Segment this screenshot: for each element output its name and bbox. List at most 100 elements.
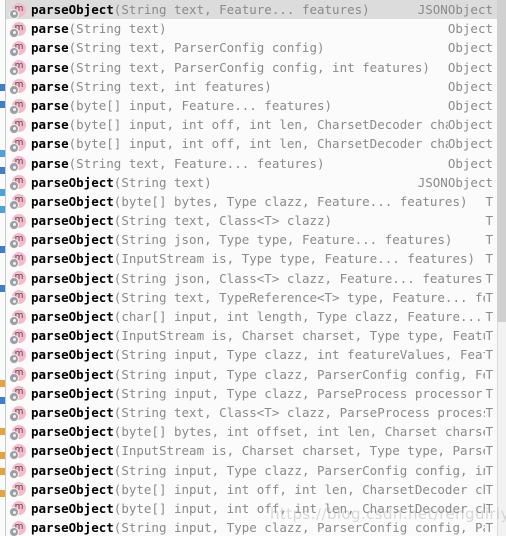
completion-item[interactable]: m parse(String text, int features) Object xyxy=(6,77,497,96)
method-icon: m xyxy=(10,98,27,114)
cog-badge-icon xyxy=(10,124,18,133)
method-parameters: (String text, int features) xyxy=(68,78,272,94)
method-name: parseObject xyxy=(31,251,114,267)
method-icon: m xyxy=(10,443,27,459)
method-name: parseObject xyxy=(31,500,114,516)
completion-signature: parseObject(String input, Type clazz, Pa… xyxy=(31,518,485,536)
completion-signature: parseObject(char[] input, int length, Ty… xyxy=(31,307,485,326)
gutter-marker xyxy=(0,285,5,292)
method-name: parse xyxy=(31,136,69,152)
method-name: parseObject xyxy=(31,2,114,17)
return-type: T xyxy=(485,500,493,516)
return-type: Object xyxy=(447,97,493,113)
return-type: T xyxy=(485,443,493,459)
completion-item[interactable]: m parseObject(byte[] input, int off, int … xyxy=(6,499,497,518)
completion-item[interactable]: m parse(String text, Feature... features)… xyxy=(6,154,497,173)
completion-item[interactable]: m parseObject(String input, Type clazz, P… xyxy=(6,365,497,384)
completion-item[interactable]: m parseObject(byte[] bytes, Type clazz, F… xyxy=(6,192,497,211)
editor-gutter-markers xyxy=(0,0,6,536)
method-icon: m xyxy=(10,251,27,268)
gutter-divider xyxy=(5,0,6,536)
method-name: parse xyxy=(31,97,69,113)
method-parameters: (InputStream is, Charset charset, Type t… xyxy=(113,443,486,459)
completion-item[interactable]: m parse(byte[] input, int off, int len, C… xyxy=(6,115,497,134)
completion-item[interactable]: m parseObject(String text) JSONObject xyxy=(6,173,497,192)
completion-item-list[interactable]: m parseObject(String text, Feature... fea… xyxy=(6,0,497,536)
cog-badge-icon xyxy=(10,316,18,325)
method-icon: m xyxy=(10,232,27,248)
method-parameters: (String text, Class<T> clazz) xyxy=(113,213,333,229)
return-type: Object xyxy=(447,21,493,37)
scrollbar-thumb[interactable] xyxy=(497,0,506,322)
method-name: parse xyxy=(31,59,69,75)
completion-item[interactable]: m parseObject(String input, Type clazz, P… xyxy=(6,384,497,403)
cog-badge-icon xyxy=(10,28,18,37)
completion-item[interactable]: m parseObject(InputStream is, Charset cha… xyxy=(6,441,497,460)
completion-signature: parseObject(byte[] input, int off, int l… xyxy=(31,480,485,499)
completion-item[interactable]: m parseObject(String input, Type clazz, i… xyxy=(6,345,497,364)
method-icon: m xyxy=(10,21,27,37)
completion-item[interactable]: m parseObject(String text, Class<T> clazz… xyxy=(6,211,497,230)
completion-item[interactable]: m parseObject(InputStream is, Charset cha… xyxy=(6,326,497,345)
completion-signature: parseObject(InputStream is, Type type, F… xyxy=(31,249,485,268)
cog-badge-icon xyxy=(10,143,18,152)
completion-signature: parseObject(String input, Type clazz, Pa… xyxy=(31,461,485,480)
gutter-marker xyxy=(0,167,5,174)
method-name: parse xyxy=(31,78,69,94)
completion-item[interactable]: m parseObject(String input, Type clazz, P… xyxy=(6,461,497,480)
method-parameters: (byte[] input, Feature... features) xyxy=(68,97,333,113)
completion-item[interactable]: m parseObject(byte[] input, int off, int … xyxy=(6,480,497,499)
method-parameters: (String text) xyxy=(113,174,212,190)
completion-item[interactable]: m parseObject(char[] input, int length, T… xyxy=(6,307,497,326)
completion-signature: parse(String text, int features) xyxy=(31,77,448,96)
method-parameters: (String input, Type clazz, ParseProcess … xyxy=(113,385,486,401)
completion-item[interactable]: m parseObject(String text, Feature... fea… xyxy=(6,0,497,20)
return-type: T xyxy=(485,328,493,344)
method-parameters: (byte[] bytes, int offset, int len, Char… xyxy=(113,424,486,440)
completion-item[interactable]: m parseObject(String json, Class<T> clazz… xyxy=(6,269,497,288)
method-parameters: (char[] input, int length, Type clazz, F… xyxy=(113,309,486,324)
cog-badge-icon xyxy=(10,527,18,536)
method-name: parseObject xyxy=(31,174,114,190)
completion-item[interactable]: m parseObject(String input, Type clazz, P… xyxy=(6,518,497,536)
return-type: T xyxy=(485,424,493,440)
completion-item[interactable]: m parse(String text, ParserConfig config,… xyxy=(6,58,497,77)
return-type: Object xyxy=(447,136,493,152)
completion-signature: parse(String text, ParserConfig config) xyxy=(31,38,448,57)
completion-item[interactable]: m parseObject(String text, Class<T> clazz… xyxy=(6,403,497,422)
gutter-marker xyxy=(0,189,5,196)
method-parameters: (String text, ParserConfig config) xyxy=(68,40,325,56)
gutter-marker xyxy=(0,206,5,213)
completion-item[interactable]: m parse(String text) Object xyxy=(6,19,497,38)
method-icon: m xyxy=(10,347,27,363)
return-type: Object xyxy=(447,78,493,94)
completion-item[interactable]: m parseObject(String text, TypeReference<… xyxy=(6,288,497,307)
completion-signature: parseObject(String text, TypeReference<T… xyxy=(31,288,485,307)
return-type: T xyxy=(485,232,493,248)
method-icon: m xyxy=(10,40,27,56)
completion-signature: parseObject(String text, Class<T> clazz) xyxy=(31,211,485,230)
method-parameters: (String json, Type type, Feature... feat… xyxy=(113,232,453,248)
method-icon: m xyxy=(10,520,27,536)
gutter-marker xyxy=(0,468,5,475)
completion-item[interactable]: m parse(byte[] input, Feature... features… xyxy=(6,96,497,115)
method-parameters: (String text, Feature... features) xyxy=(113,2,370,17)
method-icon: m xyxy=(10,59,27,76)
method-name: parseObject xyxy=(31,213,114,229)
return-type: T xyxy=(485,289,493,305)
method-icon: m xyxy=(10,366,27,383)
method-name: parseObject xyxy=(31,481,114,497)
cog-badge-icon xyxy=(10,259,18,268)
completion-signature: parseObject(InputStream is, Charset char… xyxy=(31,441,485,460)
completion-item[interactable]: m parseObject(byte[] bytes, int offset, i… xyxy=(6,422,497,441)
vertical-scrollbar[interactable] xyxy=(497,0,506,536)
completion-item[interactable]: m parseObject(InputStream is, Type type, … xyxy=(6,249,497,268)
completion-item[interactable]: m parseObject(String json, Type type, Fea… xyxy=(6,230,497,249)
completion-item[interactable]: m parse(byte[] input, int off, int len, C… xyxy=(6,134,497,153)
method-name: parseObject xyxy=(31,385,114,401)
completion-item[interactable]: m parse(String text, ParserConfig config)… xyxy=(6,38,497,57)
cog-badge-icon xyxy=(10,239,18,248)
method-name: parseObject xyxy=(31,404,114,420)
completion-signature: parseObject(byte[] input, int off, int l… xyxy=(31,499,485,518)
completion-signature: parseObject(String input, Type clazz, Pa… xyxy=(31,384,485,403)
